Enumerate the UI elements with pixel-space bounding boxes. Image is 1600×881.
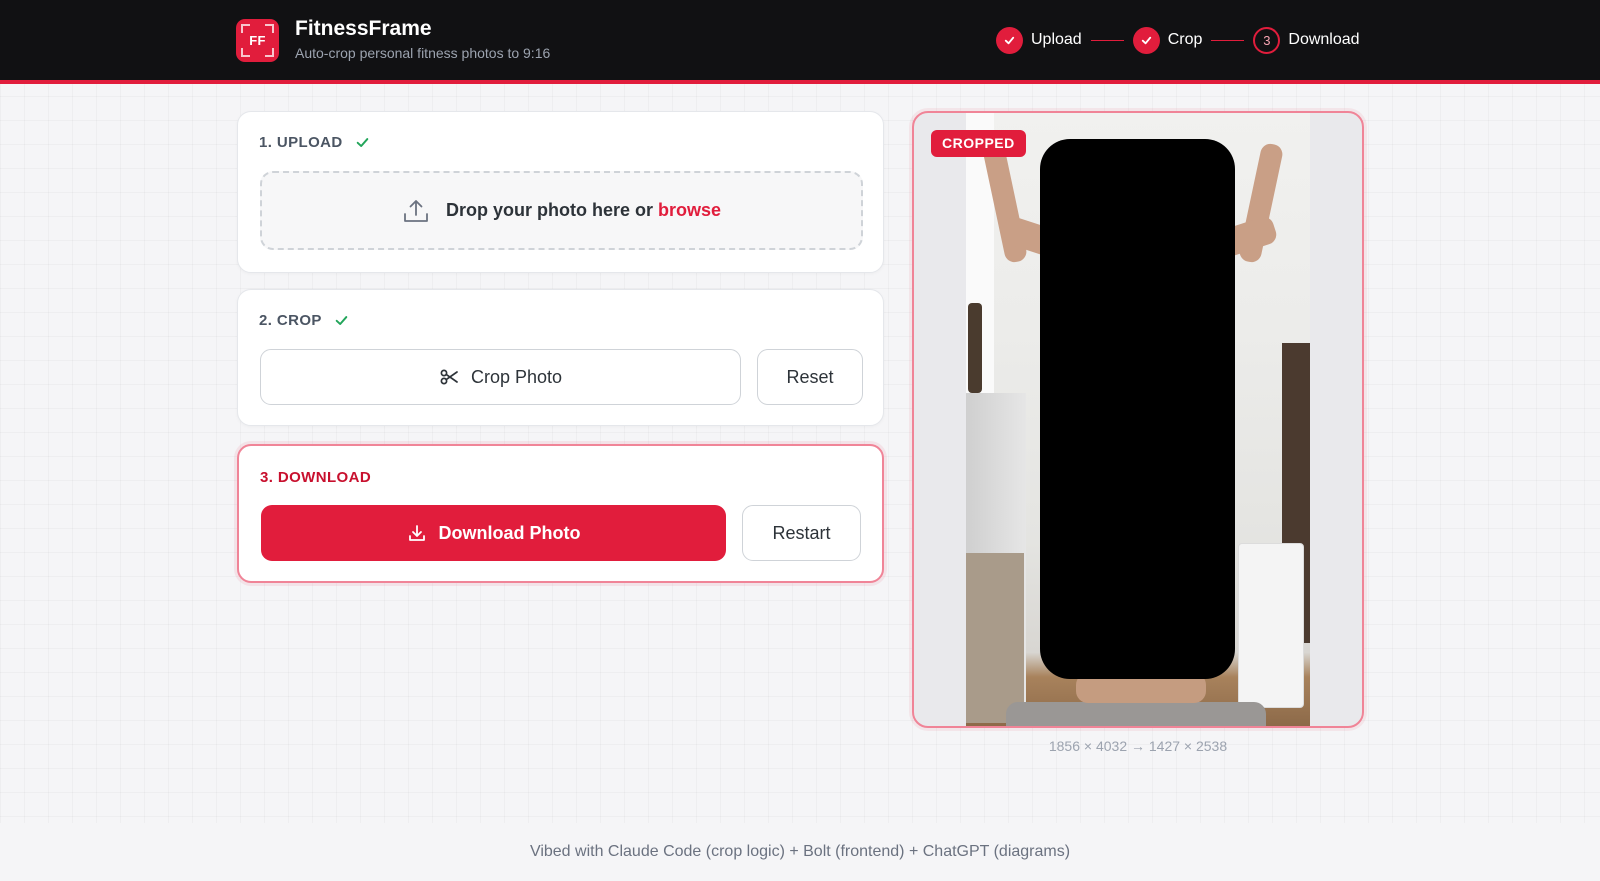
crop-heading: 2. CROP bbox=[259, 312, 349, 329]
photo-dropzone[interactable]: Drop your photo here or browse bbox=[260, 171, 863, 250]
step-download-label: Download bbox=[1288, 31, 1360, 48]
restart-button[interactable]: Restart bbox=[742, 505, 861, 561]
crop-heading-text: 2. CROP bbox=[259, 312, 322, 329]
step-crop-label: Crop bbox=[1167, 31, 1203, 48]
cropped-badge: CROPPED bbox=[931, 130, 1026, 157]
app-title: FitnessFrame bbox=[295, 17, 432, 40]
progress-steps: Upload Crop 3 Download bbox=[996, 26, 1360, 54]
app-logo: FF bbox=[236, 19, 279, 62]
browse-link[interactable]: browse bbox=[658, 200, 721, 221]
check-icon bbox=[355, 135, 370, 150]
censor-block bbox=[1040, 139, 1235, 679]
dropzone-text: Drop your photo here or bbox=[445, 200, 653, 220]
upload-icon bbox=[402, 197, 430, 225]
scissors-icon bbox=[439, 367, 459, 387]
download-photo-button[interactable]: Download Photo bbox=[261, 505, 726, 561]
step-upload-check-icon bbox=[996, 26, 1023, 54]
download-icon bbox=[407, 523, 427, 543]
footer-text: Vibed with Claude Code (crop logic) + Bo… bbox=[529, 843, 1071, 860]
step-connector bbox=[1211, 39, 1245, 41]
logo-text: FF bbox=[249, 33, 266, 48]
reset-button[interactable]: Reset bbox=[757, 349, 863, 405]
upload-card: 1. UPLOAD Drop your photo here or browse bbox=[237, 111, 884, 273]
cropped-preview: CROPPED bbox=[912, 111, 1364, 728]
crop-photo-label: Crop Photo bbox=[470, 366, 563, 387]
download-photo-label: Download Photo bbox=[438, 522, 581, 543]
cropped-photo bbox=[966, 113, 1310, 726]
app-subtitle: Auto-crop personal fitness photos to 9:1… bbox=[295, 45, 551, 61]
step-connector bbox=[1090, 39, 1124, 41]
download-heading: 3. DOWNLOAD bbox=[260, 469, 372, 486]
crop-card: 2. CROP Crop Photo Reset bbox=[237, 289, 884, 426]
step-download-number: 3 bbox=[1253, 26, 1281, 54]
upload-heading-text: 1. UPLOAD bbox=[259, 134, 343, 151]
image-dimensions: 1856 × 4032 → 1427 × 2538 bbox=[1048, 738, 1228, 754]
app-header: FF FitnessFrame Auto-crop personal fitne… bbox=[0, 0, 1600, 84]
check-icon bbox=[334, 313, 349, 328]
crop-photo-button[interactable]: Crop Photo bbox=[260, 349, 741, 405]
step-upload-label: Upload bbox=[1031, 31, 1082, 48]
download-card: 3. DOWNLOAD Download Photo Restart bbox=[237, 444, 884, 583]
upload-heading: 1. UPLOAD bbox=[259, 134, 370, 151]
step-crop-check-icon bbox=[1132, 26, 1160, 54]
